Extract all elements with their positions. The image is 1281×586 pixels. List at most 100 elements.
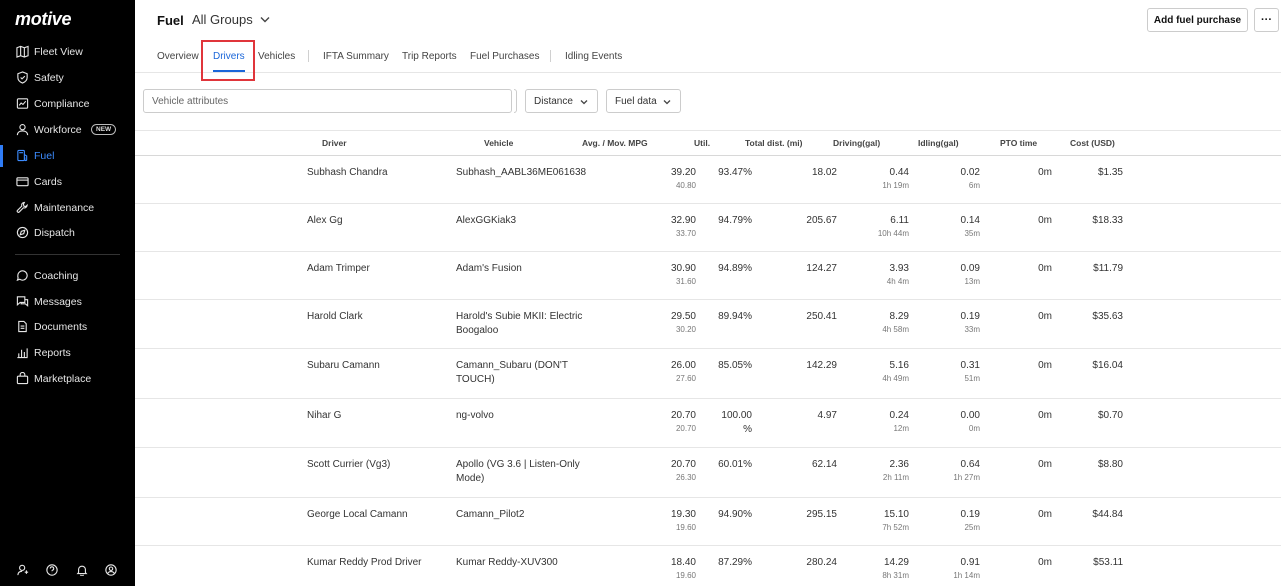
cell-vehicle[interactable]: Harold's Subie MKII: Electric Boogaloo: [456, 310, 596, 337]
cell-driving-value: 0.44: [889, 167, 909, 178]
cell-avg-value: 18.40: [670, 557, 696, 568]
cell-util-value: 94.90%: [718, 509, 752, 520]
column-header-total-dist[interactable]: Total dist. (mi): [745, 138, 802, 148]
cell-vehicle[interactable]: Subhash_AABL36ME061638: [456, 166, 596, 180]
tab-idling-events[interactable]: Idling Events: [565, 51, 622, 62]
sidebar-item-label: Documents: [34, 321, 88, 333]
distance-dropdown[interactable]: Distance: [525, 89, 598, 113]
sidebar-item-cards[interactable]: Cards: [0, 171, 135, 193]
cell-mov-value: 27.60: [675, 373, 696, 383]
sidebar-item-documents[interactable]: Documents: [0, 316, 135, 338]
cell-vehicle-value: Subhash_AABL36ME061638: [456, 167, 587, 178]
table-row[interactable]: Alex Gg AlexGGKiak3 32.90 33.70 94.79% 205.67…: [135, 204, 1281, 252]
cell-vehicle[interactable]: ng-volvo: [456, 409, 596, 423]
sidebar-item-marketplace[interactable]: Marketplace: [0, 368, 135, 390]
cell-driver[interactable]: Kumar Reddy Prod Driver: [307, 556, 447, 570]
more-options-button[interactable]: ···: [1254, 8, 1279, 32]
cell-avg: 32.90 33.70: [635, 214, 696, 240]
compliance-icon: [16, 98, 29, 109]
cell-vehicle[interactable]: Adam's Fusion: [456, 262, 596, 276]
table-row[interactable]: Nihar G ng-volvo 20.70 20.70 100.00 % 4.97 0.2…: [135, 399, 1281, 448]
tab-fuel-purchases[interactable]: Fuel Purchases: [470, 51, 539, 62]
table-row[interactable]: Harold Clark Harold's Subie MKII: Electri…: [135, 300, 1281, 349]
sidebar-item-coaching[interactable]: Coaching: [0, 265, 135, 287]
cell-vehicle-value: Apollo (VG 3.6 | Listen-Only Mode): [456, 459, 580, 484]
cell-avg: 20.70 20.70: [635, 409, 696, 435]
column-header-util[interactable]: Util.: [694, 138, 710, 148]
sidebar-item-dispatch[interactable]: Dispatch: [0, 222, 135, 244]
fuel-data-dropdown[interactable]: Fuel data: [606, 89, 681, 113]
user-icon[interactable]: [17, 564, 29, 576]
sidebar-item-messages[interactable]: Messages: [0, 291, 135, 313]
add-fuel-purchase-button[interactable]: Add fuel purchase: [1147, 8, 1248, 32]
sidebar-item-fuel[interactable]: Fuel: [0, 145, 135, 167]
cell-vehicle[interactable]: AlexGGKiak3: [456, 214, 596, 228]
sidebar-item-maintenance[interactable]: Maintenance: [0, 197, 135, 219]
vehicle-attributes-input[interactable]: [143, 89, 512, 113]
cell-vehicle-value: Harold's Subie MKII: Electric Boogaloo: [456, 311, 583, 336]
cell-driver[interactable]: Subaru Camann: [307, 359, 447, 373]
table-header: Driver Vehicle Avg. / Mov. MPG Util. Tot…: [135, 130, 1281, 156]
cell-avg-value: 20.70: [670, 459, 696, 470]
sidebar-item-compliance[interactable]: Compliance: [0, 93, 135, 115]
motive-logo[interactable]: motive: [15, 9, 72, 30]
cell-avg: 30.90 31.60: [635, 262, 696, 288]
cell-vehicle[interactable]: Camann_Subaru (DON'T TOUCH): [456, 359, 596, 386]
sidebar-item-workforce[interactable]: Workforce NEW: [0, 119, 135, 141]
cell-driver[interactable]: Scott Currier (Vg3): [307, 458, 447, 472]
tab-drivers[interactable]: Drivers: [213, 51, 245, 62]
cell-vehicle[interactable]: Kumar Reddy-XUV300: [456, 556, 596, 570]
tab-trip-reports[interactable]: Trip Reports: [402, 51, 457, 62]
sidebar-item-fleet-view[interactable]: Fleet View: [0, 41, 135, 63]
column-header-idling-gal[interactable]: Idling(gal): [918, 138, 959, 148]
table-row[interactable]: Subhash Chandra Subhash_AABL36ME061638 39.…: [135, 156, 1281, 204]
sidebar-item-reports[interactable]: Reports: [0, 342, 135, 364]
cell-driver[interactable]: Alex Gg: [307, 214, 447, 228]
table-row[interactable]: Subaru Camann Camann_Subaru (DON'T TOUCH)…: [135, 349, 1281, 399]
cell-cost-value: $18.33: [1092, 215, 1123, 226]
cell-avg: 29.50 30.20: [635, 310, 696, 336]
cell-dist: 124.27: [775, 262, 837, 276]
cell-pto-value: 0m: [1038, 360, 1052, 371]
sidebar-item-label: Coaching: [34, 270, 79, 282]
cell-dist: 205.67: [775, 214, 837, 228]
column-header-cost[interactable]: Cost (USD): [1070, 138, 1115, 148]
table-row[interactable]: Kumar Reddy Prod Driver Kumar Reddy-XUV30…: [135, 546, 1281, 586]
tab-ifta-summary[interactable]: IFTA Summary: [323, 51, 389, 62]
cell-pto: 0m: [1005, 409, 1052, 423]
column-header-vehicle[interactable]: Vehicle: [484, 138, 513, 148]
table-row[interactable]: George Local Camann Camann_Pilot2 19.30 19.…: [135, 498, 1281, 546]
cell-driver[interactable]: George Local Camann: [307, 508, 447, 522]
tab-separator: [550, 50, 551, 62]
cell-driver[interactable]: Subhash Chandra: [307, 166, 447, 180]
sidebar-item-label: Cards: [34, 176, 63, 188]
cell-driving_time-value: 2h 11m: [882, 472, 909, 482]
cell-vehicle[interactable]: Apollo (VG 3.6 | Listen-Only Mode): [456, 458, 596, 485]
group-selector[interactable]: All Groups: [192, 12, 270, 27]
bell-icon[interactable]: [76, 564, 88, 576]
table-row[interactable]: Scott Currier (Vg3) Apollo (VG 3.6 | List…: [135, 448, 1281, 498]
table-row[interactable]: Adam Trimper Adam's Fusion 30.90 31.60 94.89…: [135, 252, 1281, 300]
cell-dist-value: 4.97: [817, 410, 837, 421]
column-header-driver[interactable]: Driver: [322, 138, 347, 148]
cell-driver[interactable]: Adam Trimper: [307, 262, 447, 276]
column-header-driving-gal[interactable]: Driving(gal): [833, 138, 880, 148]
help-icon[interactable]: [46, 564, 58, 576]
tab-overview[interactable]: Overview: [157, 51, 199, 62]
cell-pto-value: 0m: [1038, 509, 1052, 520]
account-icon[interactable]: [105, 564, 117, 576]
shield-icon: [17, 71, 28, 84]
sidebar-item-safety[interactable]: Safety: [0, 67, 135, 89]
tab-separator: [308, 50, 309, 62]
cell-driver[interactable]: Nihar G: [307, 409, 447, 423]
column-header-pto-time[interactable]: PTO time: [1000, 138, 1037, 148]
tab-vehicles[interactable]: Vehicles: [258, 51, 295, 62]
cell-driving: 0.44 1h 19m: [855, 166, 909, 192]
column-header-mpg[interactable]: Avg. / Mov. MPG: [582, 138, 648, 148]
cell-driver[interactable]: Harold Clark: [307, 310, 447, 324]
cell-driving_time-value: 8h 31m: [882, 570, 909, 580]
cell-vehicle[interactable]: Camann_Pilot2: [456, 508, 596, 522]
cell-vehicle-value: Camann_Pilot2: [456, 509, 525, 520]
cell-dist: 18.02: [775, 166, 837, 180]
cell-util: 100.00 %: [710, 409, 752, 436]
